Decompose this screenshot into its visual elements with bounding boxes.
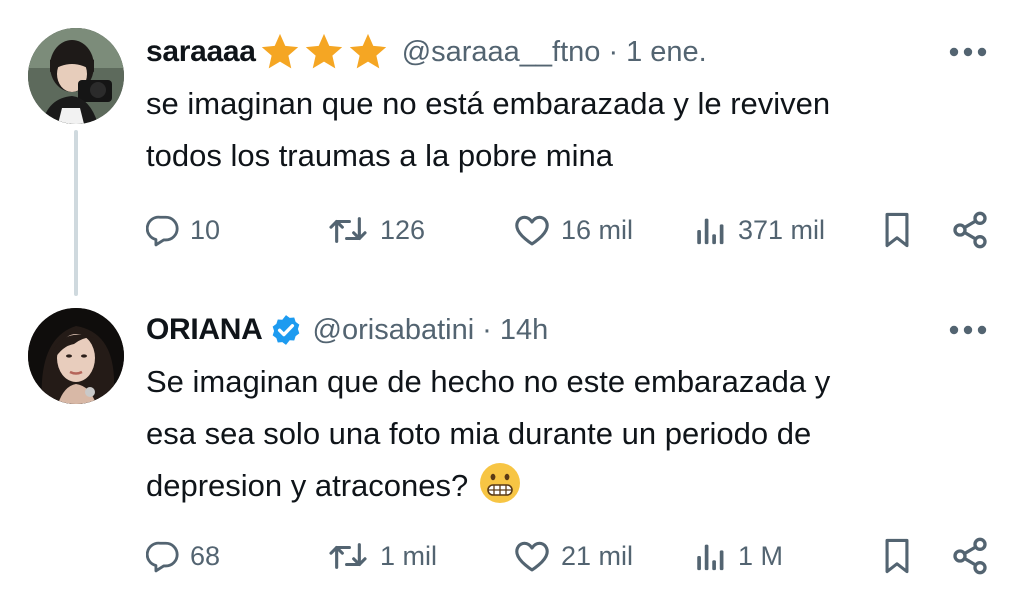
- profile-photo: [28, 308, 124, 404]
- views-chart-icon: [697, 544, 724, 571]
- views-button[interactable]: 371 mil: [692, 205, 825, 255]
- tweet-header: saraaaa @saraaa__ftno · 1 ene.: [146, 32, 707, 72]
- tweet-actions: 68 1 mil 21 mil 1 M: [0, 531, 1024, 581]
- views-chart-icon: [697, 218, 724, 245]
- tweet-text-line: todos los traumas a la pobre mina: [146, 138, 613, 173]
- like-button[interactable]: 21 mil: [513, 531, 633, 581]
- tweet-text-line: se imaginan que no está embarazada y le …: [146, 86, 831, 121]
- tweet-header: ORIANA @orisabatini · 14h: [146, 310, 548, 350]
- timestamp[interactable]: 14h: [500, 314, 548, 347]
- star-icon: [261, 33, 298, 69]
- tweet-actions: 10 126 16 mil 371 mil: [0, 205, 1024, 255]
- retweet-icon: [329, 217, 367, 243]
- avatar[interactable]: [28, 28, 124, 124]
- retweet-count: 126: [380, 214, 426, 245]
- tweet-text: se imaginan que no está embarazada y le …: [146, 78, 830, 182]
- retweet-button[interactable]: 1 mil: [326, 531, 437, 581]
- retweet-count: 1 mil: [380, 540, 438, 571]
- reply-icon: [146, 215, 179, 247]
- retweet-button[interactable]: 126: [326, 205, 425, 255]
- more-options-icon[interactable]: [948, 46, 988, 58]
- separator-dot: ·: [482, 313, 492, 346]
- display-name[interactable]: ORIANA: [146, 313, 263, 347]
- heart-icon: [515, 541, 549, 572]
- tweet-text-line-with-emoji: depresion y atracones?: [146, 460, 830, 512]
- tweet-text-span: depresion y atracones?: [146, 468, 469, 503]
- star-icon: [305, 33, 342, 69]
- heart-icon: [515, 215, 549, 246]
- reply-count: 10: [190, 214, 221, 245]
- avatar[interactable]: [28, 308, 124, 404]
- like-button[interactable]: 16 mil: [513, 205, 633, 255]
- views-button[interactable]: 1 M: [692, 531, 783, 581]
- bookmark-icon: [885, 212, 909, 248]
- tweet-text: Se imaginan que de hecho no este embaraz…: [146, 356, 830, 512]
- verified-badge-icon: [272, 315, 299, 345]
- reply-button[interactable]: 68: [146, 531, 220, 581]
- separator-dot: ·: [608, 35, 619, 68]
- timestamp[interactable]: 1 ene.: [626, 36, 707, 69]
- user-handle[interactable]: @saraaa__ftno: [402, 36, 601, 69]
- tweet-text-line: esa sea solo una foto mia durante un per…: [146, 416, 812, 451]
- bookmark-button[interactable]: [880, 531, 914, 581]
- share-icon: [953, 537, 987, 575]
- like-count: 16 mil: [561, 214, 634, 245]
- views-count: 371 mil: [738, 214, 826, 245]
- share-icon: [953, 211, 987, 249]
- share-button[interactable]: [950, 205, 990, 255]
- display-name[interactable]: saraaaa: [146, 35, 256, 69]
- grimacing-face-emoji: [480, 463, 521, 503]
- bookmark-button[interactable]: [880, 205, 914, 255]
- profile-photo: [28, 28, 124, 124]
- user-handle[interactable]: @orisabatini: [313, 314, 475, 347]
- reply-icon: [146, 541, 179, 573]
- tweet-text-line: Se imaginan que de hecho no este embaraz…: [146, 364, 831, 399]
- bookmark-icon: [885, 538, 909, 574]
- reply-count: 68: [190, 540, 221, 571]
- reply-button[interactable]: 10: [146, 205, 220, 255]
- like-count: 21 mil: [561, 540, 634, 571]
- share-button[interactable]: [950, 531, 990, 581]
- name-decoration: [258, 32, 390, 72]
- views-count: 1 M: [738, 540, 784, 571]
- retweet-icon: [329, 543, 367, 569]
- more-options-icon[interactable]: [948, 324, 988, 336]
- star-icon: [349, 33, 386, 69]
